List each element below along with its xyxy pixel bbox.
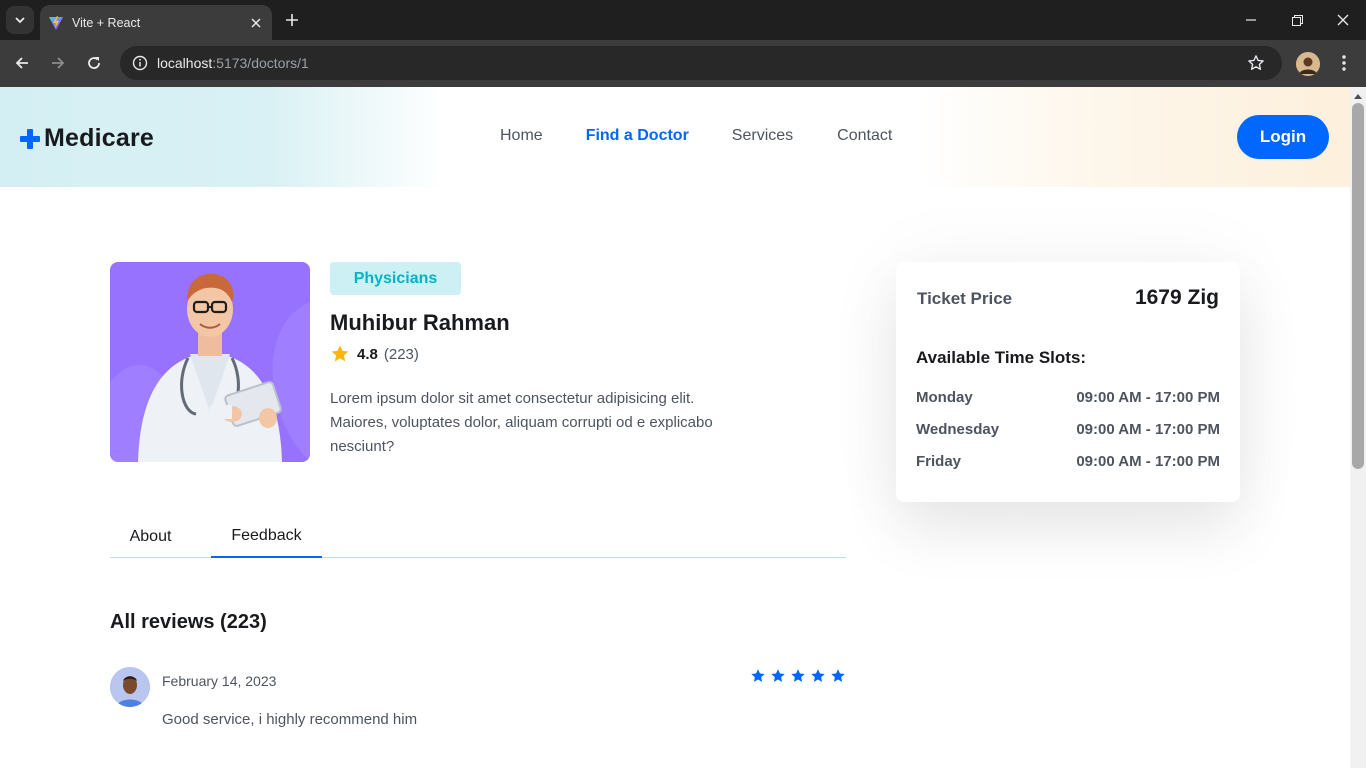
profile-avatar[interactable] xyxy=(1296,52,1320,76)
review-date: February 14, 2023 xyxy=(162,673,277,689)
address-bar[interactable]: localhost:5173/doctors/1 xyxy=(120,46,1282,80)
ticket-price-value: 1679 Zig xyxy=(1134,286,1219,309)
slot-day: Monday xyxy=(916,389,973,406)
arrow-left-icon[interactable] xyxy=(8,49,36,77)
star-filled-icon xyxy=(751,669,765,682)
star-filled-icon xyxy=(331,345,349,362)
rating-value: 4.8 xyxy=(357,345,378,363)
arrow-right-icon[interactable] xyxy=(44,49,72,77)
browser-tab-bar: Vite + React xyxy=(0,0,1366,40)
reviewer-avatar xyxy=(110,667,150,707)
review-item: February 14, 2023 Good service, i highly… xyxy=(110,667,846,737)
tab-title: Vite + React xyxy=(72,15,141,30)
nav-find-a-doctor[interactable]: Find a Doctor xyxy=(586,127,689,145)
doctor-photo xyxy=(110,262,310,462)
review-stars xyxy=(750,668,846,684)
site-logo[interactable]: Medicare xyxy=(20,124,154,153)
specialization-badge: Physicians xyxy=(330,262,461,295)
profile-tabs: About Feedback xyxy=(110,515,846,558)
window-close-icon[interactable] xyxy=(1320,0,1366,40)
time-slot-row: Wednesday 09:00 AM - 17:00 PM xyxy=(916,421,1220,441)
nav-contact[interactable]: Contact xyxy=(837,127,892,145)
url-path: :5173/doctors/1 xyxy=(212,55,309,71)
star-filled-icon xyxy=(831,669,845,682)
url-host: localhost xyxy=(157,55,213,71)
slot-time: 09:00 AM - 17:00 PM xyxy=(1076,421,1220,438)
star-filled-icon xyxy=(811,669,825,682)
ticket-price-label: Ticket Price xyxy=(917,289,1013,308)
slot-day: Friday xyxy=(916,453,962,470)
star-filled-icon xyxy=(791,669,805,682)
scroll-up-arrow-icon[interactable] xyxy=(1350,89,1366,103)
review-text: Good service, i highly recommend him xyxy=(162,711,418,728)
nav-services[interactable]: Services xyxy=(732,127,793,145)
kebab-menu-icon[interactable] xyxy=(1334,51,1354,75)
browser-toolbar: localhost:5173/doctors/1 xyxy=(0,40,1366,87)
star-filled-icon xyxy=(771,669,785,682)
reload-icon[interactable] xyxy=(80,49,108,77)
nav-home[interactable]: Home xyxy=(500,127,543,145)
tab-about[interactable]: About xyxy=(110,515,191,558)
chevron-down-icon xyxy=(15,17,25,24)
doctor-rating: 4.8 (223) xyxy=(330,344,419,364)
url-text: localhost:5173/doctors/1 xyxy=(157,55,309,71)
vite-logo-icon xyxy=(48,15,64,31)
site-header: Medicare Home Find a Doctor Services Con… xyxy=(0,87,1350,187)
doctor-name: Muhibur Rahman xyxy=(330,310,510,335)
rating-count: (223) xyxy=(383,345,419,363)
tab-feedback[interactable]: Feedback xyxy=(211,515,322,558)
close-icon[interactable] xyxy=(244,11,268,35)
time-slot-row: Monday 09:00 AM - 17:00 PM xyxy=(916,389,1220,409)
minimize-icon[interactable] xyxy=(1228,0,1274,40)
scrollbar-thumb[interactable] xyxy=(1352,103,1364,469)
reviews-title: All reviews (223) xyxy=(110,611,267,633)
star-outline-icon[interactable] xyxy=(1244,51,1268,75)
time-slots-title: Available Time Slots: xyxy=(916,348,1087,367)
logo-text: Medicare xyxy=(44,124,154,152)
slot-time: 09:00 AM - 17:00 PM xyxy=(1076,453,1220,470)
doctor-bio: Lorem ipsum dolor sit amet consectetur a… xyxy=(330,390,713,455)
booking-card: Ticket Price 1679 Zig Available Time Slo… xyxy=(896,262,1240,502)
tab-search-button[interactable] xyxy=(6,6,34,34)
plus-icon[interactable] xyxy=(280,8,304,32)
page-scrollbar[interactable] xyxy=(1350,87,1366,768)
slot-time: 09:00 AM - 17:00 PM xyxy=(1076,389,1220,406)
main-nav: Home Find a Doctor Services Contact xyxy=(500,127,892,145)
info-icon[interactable] xyxy=(123,46,157,80)
page-viewport: Medicare Home Find a Doctor Services Con… xyxy=(0,87,1350,768)
time-slot-row: Friday 09:00 AM - 17:00 PM xyxy=(916,453,1220,473)
restore-icon[interactable] xyxy=(1274,0,1320,40)
medical-cross-icon xyxy=(20,128,40,149)
browser-tab[interactable]: Vite + React xyxy=(40,5,272,40)
slot-day: Wednesday xyxy=(916,421,1000,438)
login-button[interactable]: Login xyxy=(1237,115,1329,159)
